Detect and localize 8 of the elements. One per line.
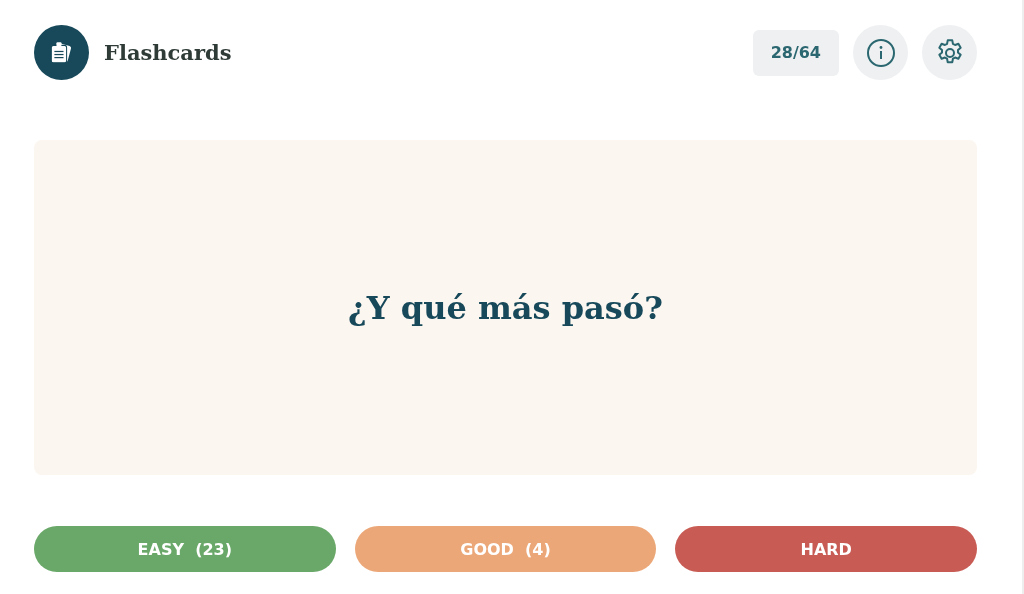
answer-button[interactable]: HARD bbox=[675, 526, 977, 572]
answer-button[interactable]: EASY (23) bbox=[34, 526, 336, 572]
progress-counter: 28/64 bbox=[752, 29, 839, 76]
card-text: ¿Y qué más pasó? bbox=[348, 288, 663, 327]
flashcard[interactable]: ¿Y qué más pasó? bbox=[34, 140, 977, 475]
app-title: Flashcards bbox=[104, 40, 232, 65]
info-icon bbox=[865, 37, 896, 68]
logo-icon bbox=[34, 25, 89, 80]
